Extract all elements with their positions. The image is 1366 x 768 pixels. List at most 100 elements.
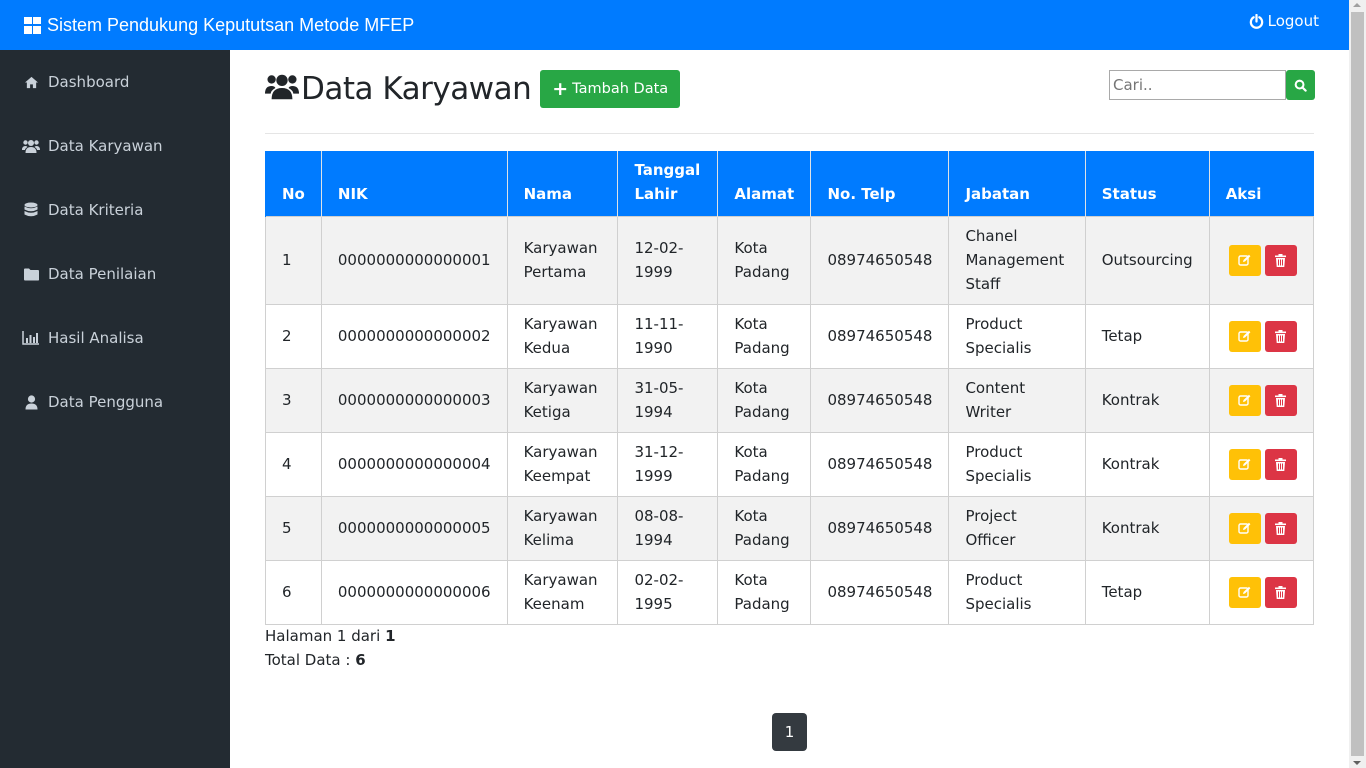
page-info-total: 1 [385, 627, 396, 645]
cell-nik: 0000000000000004 [320, 431, 508, 497]
delete-button[interactable] [1264, 576, 1297, 608]
search-button[interactable] [1286, 70, 1315, 100]
cell-aksi [1208, 367, 1315, 433]
edit-icon [1238, 254, 1251, 266]
cell-jabatan: Chanel Management Staff [948, 215, 1086, 305]
sidebar-item-data-karyawan[interactable]: Data Karyawan [22, 134, 163, 158]
edit-button[interactable] [1228, 576, 1261, 608]
cell-status: Tetap [1084, 303, 1210, 369]
cell-no: 3 [265, 367, 322, 433]
col-header-no-telp[interactable]: No. Telp [810, 151, 949, 216]
cell-jabatan: Project Officer [948, 495, 1086, 561]
cell-aksi [1208, 559, 1315, 625]
cell-no-telp: 08974650548 [810, 367, 950, 433]
cell-status: Kontrak [1084, 495, 1210, 561]
search-icon [1294, 79, 1307, 92]
col-header-status[interactable]: Status [1084, 151, 1210, 216]
cell-alamat: Kota Padang [717, 559, 812, 625]
cell-no-telp: 08974650548 [810, 215, 950, 305]
col-header-jabatan[interactable]: Jabatan [948, 151, 1086, 216]
cell-nama: Karyawan Kedua [506, 303, 619, 369]
page-info: Halaman 1 dari 1 [265, 627, 396, 645]
scroll-down-arrow-icon[interactable] [1353, 761, 1361, 765]
page-title: Data Karyawan [301, 71, 532, 107]
vertical-scrollbar[interactable] [1349, 0, 1366, 768]
cell-nama: Karyawan Pertama [506, 215, 619, 305]
folder-icon [22, 266, 40, 282]
users-icon [22, 138, 40, 154]
users-icon [265, 72, 299, 106]
cell-tanggal-lahir: 12-02-1999 [617, 215, 719, 305]
cell-jabatan: Product Specialis [948, 303, 1086, 369]
page-info-label: Halaman 1 dari [265, 627, 381, 645]
pagination-page-1[interactable]: 1 [772, 713, 807, 751]
col-header-alamat[interactable]: Alamat [717, 151, 811, 216]
bar-chart-icon [22, 330, 40, 346]
cell-alamat: Kota Padang [717, 367, 812, 433]
trash-icon [1275, 253, 1287, 267]
sidebar-item-hasil-analisa[interactable]: Hasil Analisa [22, 326, 144, 350]
brand[interactable]: Sistem Pendukung Kepututsan Metode MFEP [24, 15, 414, 36]
cell-no-telp: 08974650548 [810, 303, 950, 369]
delete-button[interactable] [1264, 244, 1297, 276]
logout-button[interactable]: Logout [1249, 12, 1319, 30]
cell-jabatan: Product Specialis [948, 559, 1086, 625]
edit-button[interactable] [1228, 320, 1261, 352]
cell-nama: Karyawan Keenam [506, 559, 619, 625]
table-row: 4 0000000000000004 Karyawan Keempat 31-12-1… [265, 431, 1315, 497]
edit-button[interactable] [1228, 384, 1261, 416]
delete-button[interactable] [1264, 384, 1297, 416]
search-input[interactable] [1109, 70, 1286, 100]
sidebar-item-data-penilaian[interactable]: Data Penilaian [22, 262, 156, 286]
power-icon [1249, 13, 1263, 29]
edit-button[interactable] [1228, 512, 1261, 544]
total-info-count: 6 [355, 651, 366, 669]
add-data-label: Tambah Data [572, 81, 669, 97]
scroll-up-arrow-icon[interactable] [1353, 3, 1361, 7]
cell-no-telp: 08974650548 [810, 495, 950, 561]
sidebar-item-data-pengguna[interactable]: Data Pengguna [22, 390, 163, 414]
cell-nik: 0000000000000006 [320, 559, 508, 625]
col-header-tanggal-lahir[interactable]: Tanggal Lahir [617, 151, 718, 216]
brand-title: Sistem Pendukung Kepututsan Metode MFEP [47, 14, 415, 35]
home-icon [22, 74, 40, 90]
sidebar-item-label: Data Kriteria [48, 201, 144, 219]
edit-icon [1238, 458, 1251, 470]
sidebar-item-label: Hasil Analisa [48, 329, 144, 347]
database-icon [22, 202, 40, 218]
search-form [1109, 70, 1315, 100]
table-header-row: No NIK Nama Tanggal Lahir Alamat No. Tel… [265, 151, 1314, 216]
delete-button[interactable] [1264, 512, 1297, 544]
sidebar-item-data-kriteria[interactable]: Data Kriteria [22, 198, 143, 222]
cell-aksi [1208, 431, 1315, 497]
cell-no-telp: 08974650548 [810, 559, 950, 625]
delete-button[interactable] [1264, 320, 1297, 352]
sidebar-item-label: Data Penilaian [48, 265, 157, 283]
add-data-button[interactable]: + Tambah Data [540, 70, 681, 108]
logout-label: Logout [1267, 12, 1319, 30]
trash-icon [1275, 457, 1287, 471]
table-row: 3 0000000000000003 Karyawan Ketiga 31-05-19… [265, 367, 1315, 433]
edit-button[interactable] [1228, 448, 1261, 480]
edit-button[interactable] [1228, 244, 1261, 276]
sidebar: Dashboard Data Karyawan Data Kriteria Da… [0, 50, 230, 768]
cell-tanggal-lahir: 08-08-1994 [617, 495, 719, 561]
col-header-aksi: Aksi [1208, 151, 1314, 216]
col-header-nik[interactable]: NIK [320, 151, 508, 216]
edit-icon [1238, 586, 1251, 598]
cell-jabatan: Product Specialis [948, 431, 1086, 497]
trash-icon [1275, 393, 1287, 407]
trash-icon [1275, 329, 1287, 343]
col-header-no[interactable]: No [265, 151, 322, 216]
delete-button[interactable] [1264, 448, 1297, 480]
edit-icon [1238, 394, 1251, 406]
total-info: Total Data : 6 [265, 651, 366, 669]
windows-logo-icon [24, 16, 41, 34]
cell-aksi [1208, 215, 1315, 305]
trash-icon [1275, 521, 1287, 535]
sidebar-item-dashboard[interactable]: Dashboard [22, 70, 129, 94]
col-header-nama[interactable]: Nama [506, 151, 618, 216]
scrollbar-thumb[interactable] [1351, 12, 1364, 756]
header-divider [265, 133, 1314, 134]
cell-nik: 0000000000000003 [320, 367, 508, 433]
